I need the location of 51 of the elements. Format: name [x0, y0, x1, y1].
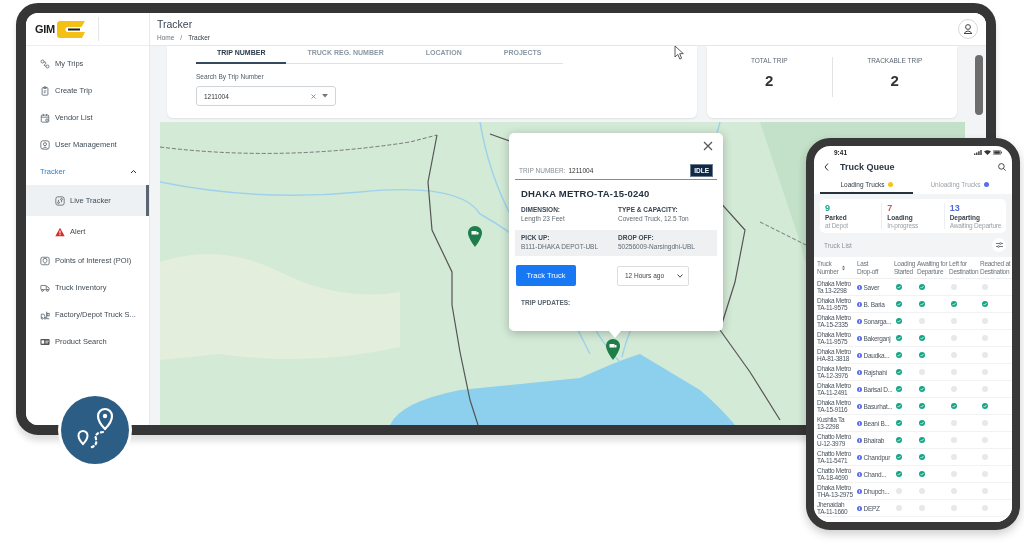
map-pin-icon[interactable]: [606, 339, 620, 360]
marker-icon: [857, 403, 862, 409]
truck-icon: [40, 282, 50, 293]
marker-icon: [857, 437, 862, 443]
pin-icon: [40, 255, 50, 266]
marker-icon: [857, 318, 862, 324]
calendar-icon: [40, 112, 50, 123]
back-icon[interactable]: [824, 163, 829, 171]
map-pin-icon[interactable]: [468, 226, 482, 247]
marker-icon: [857, 301, 862, 307]
summary-count: 9: [825, 203, 831, 213]
page-title: Tracker: [157, 17, 194, 30]
marker-icon: [857, 352, 862, 358]
marker-icon: [857, 420, 862, 426]
caret-icon: [322, 94, 328, 98]
signal-icon: [974, 149, 982, 155]
marker-icon: [857, 386, 862, 392]
filter-button[interactable]: [992, 238, 1006, 252]
summary-count: 13: [949, 203, 961, 213]
close-icon[interactable]: [703, 141, 713, 151]
clear-icon[interactable]: [311, 93, 316, 99]
wifi-icon: [984, 149, 991, 155]
marker-icon: [857, 488, 862, 494]
battery-icon: [993, 149, 1002, 155]
marker-icon: [857, 335, 862, 341]
marker-icon: [857, 284, 862, 290]
logo-text: GIM: [35, 23, 55, 35]
marker-icon: [857, 505, 862, 511]
forklift-icon: [40, 309, 50, 320]
marker-icon: [857, 454, 862, 460]
filter-icon: [995, 242, 1003, 248]
screen-title: Truck Queue: [840, 162, 895, 172]
stat-value: 2: [765, 72, 774, 89]
profile-icon[interactable]: [958, 19, 978, 39]
search-icon[interactable]: [998, 163, 1006, 171]
marker-icon: [857, 471, 862, 477]
alert-icon: [55, 226, 65, 237]
sort-icon[interactable]: [842, 264, 845, 271]
route-icon: [40, 58, 50, 69]
id-card-icon: [40, 336, 50, 347]
scrollbar[interactable]: [975, 55, 983, 115]
chevron-down-icon: [677, 273, 683, 278]
caret-icon[interactable]: [130, 169, 137, 174]
logo-icon: [55, 19, 86, 39]
summary-count: 7: [887, 203, 894, 213]
marker-icon: [857, 369, 862, 375]
user-icon: [40, 139, 50, 150]
vehicle-number: DHAKA METRO-TA-15-0240: [520, 188, 651, 199]
stat-value: 2: [890, 72, 899, 89]
route-icon: [55, 195, 65, 206]
clipboard-icon: [40, 85, 50, 96]
